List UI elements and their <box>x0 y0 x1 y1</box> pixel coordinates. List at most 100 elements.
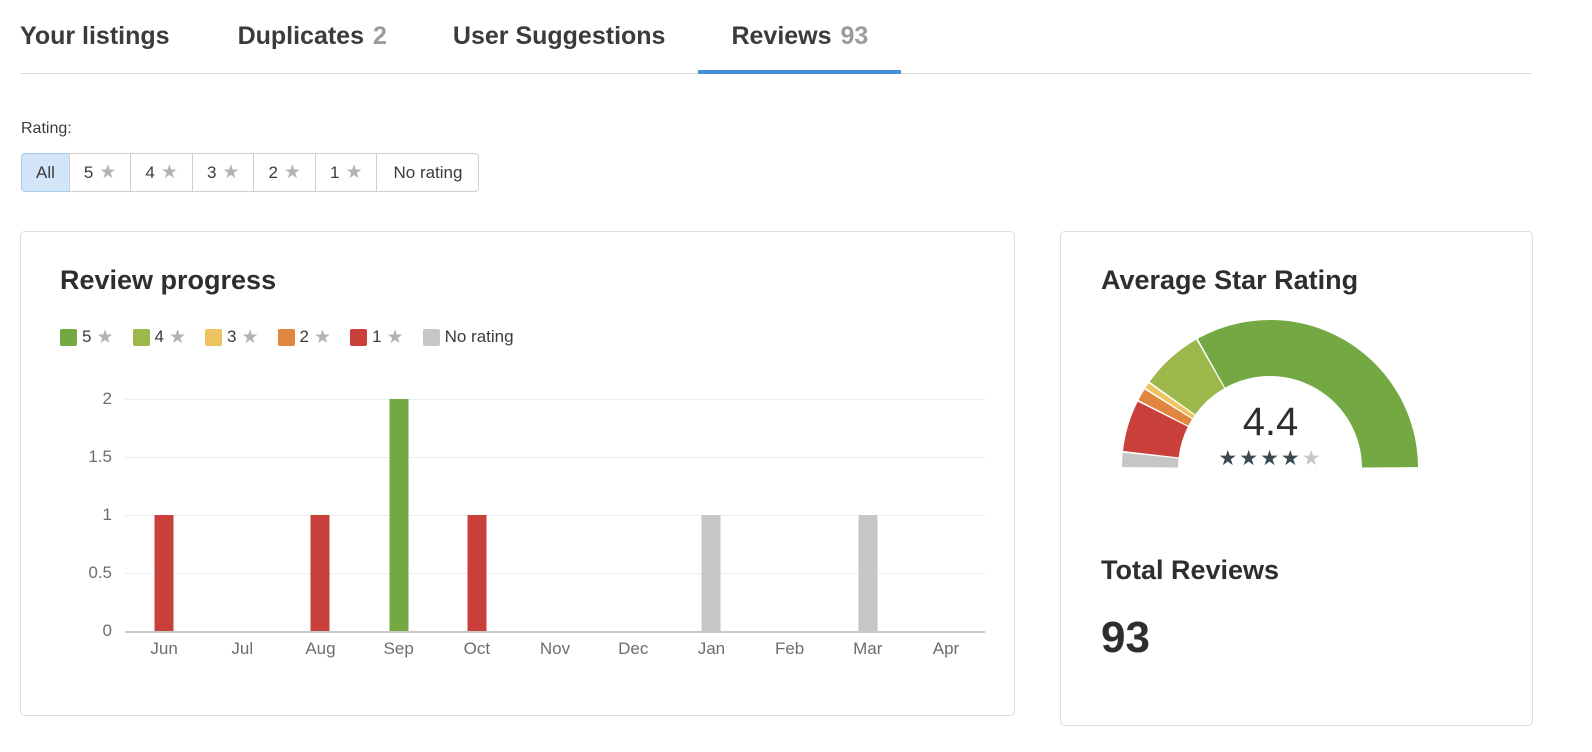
chart-x-tick-label: Jul <box>231 639 254 658</box>
legend-item-no-rating[interactable]: No rating <box>422 327 514 347</box>
chart-bar-column[interactable] <box>751 399 829 631</box>
tab-reviews[interactable]: Reviews 93 <box>698 1 902 74</box>
chart-bar-column[interactable] <box>594 399 672 631</box>
star-icon: ★ <box>1280 447 1302 470</box>
legend-item-3[interactable]: 3 ★ <box>205 327 259 347</box>
star-icon: ★ <box>99 162 117 183</box>
rating-filter-all[interactable]: All <box>21 153 69 192</box>
star-icon: ★ <box>241 326 259 348</box>
star-icon: ★ <box>345 162 363 183</box>
chart-x-axis: Jun Jul Aug Sep Oct Nov Dec Jan Feb Mar Apr <box>125 639 985 659</box>
star-icon: ★ <box>1239 447 1261 470</box>
star-icon: ★ <box>222 162 240 183</box>
tab-your-listings[interactable]: Your listings <box>20 1 205 73</box>
average-rating-title: Average Star Rating <box>1101 265 1359 295</box>
review-progress-card: Review progress 5 ★ 4 ★ 3 ★ 2 ★ 1 ★ No rating 0 0.5… <box>20 231 1015 716</box>
star-icon: ★ <box>96 326 114 348</box>
legend-swatch-icon <box>60 328 77 346</box>
legend-swatch-icon <box>422 328 440 346</box>
chart-bar-column[interactable] <box>125 399 203 631</box>
gauge-center-label: 4.4 ★★★★★ <box>1118 402 1423 469</box>
chart-x-tick-label: Dec <box>618 639 649 658</box>
rating-filter-value: 4 <box>145 162 155 182</box>
star-icon: ★ <box>160 162 178 183</box>
chart-bar-column[interactable] <box>281 399 359 631</box>
review-progress-title: Review progress <box>60 265 277 295</box>
tab-count: 2 <box>373 22 387 50</box>
legend-label: 2 <box>299 327 310 346</box>
star-icon: ★ <box>168 326 187 348</box>
rating-filter-1[interactable]: 1 ★ <box>314 153 377 192</box>
legend-item-1[interactable]: 1 ★ <box>350 327 404 347</box>
chart-x-tick-label: Apr <box>932 639 960 658</box>
chart-x-tick-label: Sep <box>383 639 414 658</box>
chart-x-tick-label: Jun <box>150 639 178 658</box>
legend-item-4[interactable]: 4 ★ <box>132 326 187 348</box>
tab-label: Duplicates <box>237 22 364 50</box>
chart-bar-column[interactable] <box>438 399 516 631</box>
rating-gauge: 4.4 ★★★★★ <box>1083 320 1513 480</box>
tab-user-suggestions[interactable]: User Suggestions <box>420 1 699 73</box>
chart-legend: 5 ★ 4 ★ 3 ★ 2 ★ 1 ★ No rating <box>60 327 514 347</box>
chart-bar[interactable] <box>858 515 878 631</box>
legend-swatch-icon <box>277 328 295 346</box>
chart-y-tick-label: 1.5 <box>88 447 112 466</box>
rating-filter-value: 3 <box>206 162 217 182</box>
rating-filter-value: 2 <box>268 162 278 182</box>
total-reviews-title: Total Reviews <box>1101 555 1280 585</box>
chart-x-tick-label: Jan <box>697 639 726 658</box>
legend-label: 5 <box>82 327 92 346</box>
chart-bar-column[interactable] <box>907 399 985 631</box>
tab-bar: Your listings Duplicates 2 User Suggesti… <box>20 0 1532 74</box>
chart-bar[interactable] <box>154 515 174 631</box>
chart-bar-column[interactable] <box>360 399 438 631</box>
rating-filter-value: All <box>36 162 55 182</box>
star-icon: ★ <box>1260 447 1281 470</box>
chart-x-tick-label: Aug <box>305 639 336 658</box>
average-rating-card: Average Star Rating 4.4 ★★★★★ Total Revi… <box>1060 231 1533 726</box>
rating-filter-4[interactable]: 4 ★ <box>130 153 192 192</box>
tab-label: Your listings <box>20 22 170 50</box>
chart-bar-column[interactable] <box>829 399 907 631</box>
reviews-page: Your listings Duplicates 2 User Suggesti… <box>0 0 1592 752</box>
rating-filter-2[interactable]: 2 ★ <box>253 153 315 192</box>
legend-swatch-icon <box>132 328 150 346</box>
rating-filter-3[interactable]: 3 ★ <box>191 153 254 192</box>
chart-bar[interactable] <box>310 515 330 631</box>
chart-bar-column[interactable] <box>672 399 750 631</box>
chart-y-tick-label: 0 <box>102 621 112 640</box>
star-icon: ★ <box>1301 447 1323 470</box>
tab-label: Reviews <box>731 22 832 50</box>
star-icon: ★ <box>386 326 404 348</box>
star-icon: ★ <box>1218 447 1240 470</box>
rating-filter-value: No rating <box>393 162 463 182</box>
tab-duplicates[interactable]: Duplicates 2 <box>205 1 420 73</box>
rating-filter-label: Rating: <box>21 120 72 137</box>
total-reviews-value: 93 <box>1101 613 1150 662</box>
star-icon: ★ <box>314 326 332 348</box>
legend-label: 4 <box>154 327 164 346</box>
rating-filter-no-rating[interactable]: No rating <box>376 153 480 192</box>
legend-item-5[interactable]: 5 ★ <box>60 327 114 347</box>
chart-bars <box>125 399 985 631</box>
chart-bar[interactable] <box>701 515 721 631</box>
chart-x-tick-label: Nov <box>539 639 571 658</box>
legend-swatch-icon <box>205 328 223 346</box>
chart-bar[interactable] <box>467 515 487 631</box>
chart-y-tick-label: 1 <box>102 505 112 524</box>
review-progress-chart: 0 0.5 1 1.5 2 Jun Jul Aug Sep Oct Nov Dec Jan Feb Mar… <box>60 387 985 677</box>
chart-gridline <box>125 631 985 633</box>
chart-x-tick-label: Mar <box>853 639 883 658</box>
tab-label: User Suggestions <box>452 22 666 50</box>
legend-item-2[interactable]: 2 ★ <box>277 326 332 348</box>
chart-x-tick-label: Oct <box>463 639 491 658</box>
tab-count: 93 <box>840 22 869 50</box>
chart-bar-column[interactable] <box>516 399 594 631</box>
rating-filter-group: All 5 ★ 4 ★ 3 ★ 2 ★ 1 ★ No rating <box>21 153 480 192</box>
chart-bar[interactable] <box>389 399 409 631</box>
chart-x-tick-label: Feb <box>774 639 805 658</box>
rating-filter-5[interactable]: 5 ★ <box>68 153 131 192</box>
gauge-star-icons: ★★★★★ <box>1118 448 1423 469</box>
gauge-average-value: 4.4 <box>1242 400 1299 444</box>
chart-bar-column[interactable] <box>203 399 281 631</box>
